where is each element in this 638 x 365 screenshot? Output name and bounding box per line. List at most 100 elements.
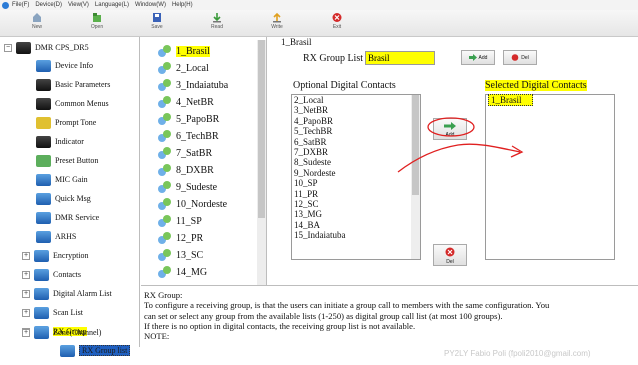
write-button[interactable]: Write [252,12,302,35]
group-label: 1_Brasil [176,45,210,57]
new-button-label: New [31,24,42,30]
tree-item-indicator[interactable]: Indicator [36,132,84,151]
expand-icon[interactable]: + [22,289,30,298]
list-item[interactable]: 6_SatBR [292,137,420,147]
list-item[interactable]: 10_SP [292,178,420,188]
new-button[interactable]: New [12,12,62,35]
list-item[interactable]: 9_Nordeste [292,168,420,178]
encryption-icon [34,249,49,262]
open-button[interactable]: Open [72,12,122,35]
delete-icon [511,54,519,61]
group-icon [158,129,172,143]
scrollbar-thumb[interactable] [258,40,265,218]
tree-item-label: Encryption [53,251,89,260]
group-icon [158,95,172,109]
open-icon [93,13,101,22]
group-icon [158,214,172,228]
list-item[interactable]: 15_Indaiatuba [292,230,420,240]
tree-item-rx-group-list[interactable]: RX Group list [60,341,131,360]
tree-item-scan-list[interactable]: + Scan List [22,303,83,322]
optional-list-scrollbar[interactable] [411,95,420,259]
list-item[interactable]: 11_PR [292,189,420,199]
save-button-label: Save [151,24,163,30]
tree-item-zone[interactable]: + Zone(Channel) [22,323,101,342]
group-icon [158,112,172,126]
save-button[interactable]: Save [132,12,182,35]
menu-file[interactable]: File(F) [12,2,29,8]
list-item[interactable]: 3_NetBR [292,105,420,115]
group-label: 14_MG [176,266,208,278]
list-item[interactable]: 2_Local [292,95,420,105]
tree-item-label: Common Menus [55,99,109,108]
tree-item-basic-parameters[interactable]: Basic Parameters [36,75,110,94]
expand-icon[interactable]: + [22,328,30,337]
move-add-label: Add [445,132,455,138]
tree-item-contacts[interactable]: + Contacts [22,265,81,284]
group-label: 13_SC [176,249,204,261]
collapse-icon[interactable]: − [4,43,12,52]
expand-icon[interactable]: + [22,308,30,317]
menu-language[interactable]: Language(L) [95,2,129,8]
add-group-button[interactable]: Add [461,50,495,65]
tree-item-device-info[interactable]: Device Info [36,56,93,75]
list-item[interactable]: 7_DXBR [292,147,420,157]
selected-contacts-list[interactable]: 1_Brasil [485,94,615,260]
group-icon [158,248,172,262]
read-button[interactable]: Read [192,12,242,35]
menu-device[interactable]: Device(D) [35,2,62,8]
tree-root[interactable]: − DMR CPS_DR5 [4,38,89,57]
scrollbar-thumb[interactable] [412,95,419,195]
move-del-label: Del [446,259,454,265]
tree-item-common-menus[interactable]: Common Menus [36,94,109,113]
exit-button[interactable]: Exit [312,12,362,35]
selected-item-label: 1_Brasil [488,94,533,106]
group-list-scrollbar[interactable] [257,40,266,285]
help-panel: RX Group: To configure a receiving group… [141,285,638,347]
help-line: To configure a receiving group, is that … [144,300,550,311]
selected-contacts-label: Selected Digital Contacts [485,80,587,91]
group-icon [158,197,172,211]
list-item[interactable]: 13_MG [292,209,420,219]
list-item[interactable]: 4_PapoBR [292,116,420,126]
preset-button-icon [36,154,51,167]
tree-item-label: RX Group list [79,345,131,356]
tree-item-mic-gain[interactable]: MIC Gain [36,170,88,189]
list-item[interactable]: 12_SC [292,199,420,209]
delete-group-button[interactable]: Del [503,50,537,65]
tree-item-prompt-tone[interactable]: Prompt Tone [36,113,96,132]
rx-group-detail: 1_Brasil RX Group List Add Del Optional … [267,37,638,285]
tree-item-digital-alarm-list[interactable]: + Digital Alarm List [22,284,112,303]
group-label: 4_NetBR [176,96,214,108]
list-item[interactable]: 1_Brasil [486,94,614,106]
indicator-icon [36,135,51,148]
config-tree: − DMR CPS_DR5 Device Info Basic Paramete… [0,37,140,357]
app-logo-icon [2,1,9,9]
menu-window[interactable]: Window(W) [135,2,166,8]
list-item[interactable]: 14_BA [292,220,420,230]
move-add-button[interactable]: Add [433,118,467,140]
digital-alarm-icon [34,287,49,300]
tree-item-preset-button[interactable]: Preset Button [36,151,98,170]
menu-help[interactable]: Help(H) [172,2,193,8]
tree-item-arhs[interactable]: ARHS [36,227,76,246]
write-icon [273,12,281,23]
tree-item-dmr-service[interactable]: DMR Service [36,208,99,227]
list-item[interactable]: 5_TechBR [292,126,420,136]
rx-group-name-input[interactable] [365,51,435,65]
group-item[interactable]: 14_MG [158,261,207,283]
scan-list-icon [34,306,49,319]
expand-icon[interactable]: + [22,251,30,260]
group-icon [158,231,172,245]
add-group-label: Add [478,54,488,61]
move-del-button[interactable]: Del [433,244,467,266]
expand-icon[interactable]: + [22,270,30,279]
tree-item-quick-msg[interactable]: Quick Msg [36,189,91,208]
tree-item-encryption[interactable]: + Encryption [22,246,89,265]
group-label: 10_Nordeste [176,198,228,210]
tree-item-label: DMR Service [55,213,100,222]
dmr-service-icon [36,211,51,224]
list-item[interactable]: 8_Sudeste [292,157,420,167]
optional-contacts-list[interactable]: 2_Local 3_NetBR 4_PapoBR 5_TechBR 6_SatB… [291,94,421,260]
toolbar: New Open Save Read Write Exit [0,10,638,37]
menu-view[interactable]: View(V) [68,2,89,8]
